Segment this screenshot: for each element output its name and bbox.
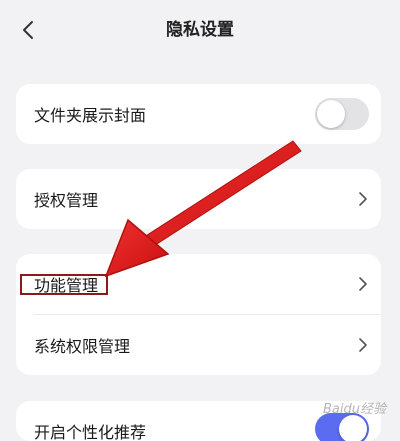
feature-management-label: 功能管理 bbox=[34, 276, 99, 295]
feature-management-row[interactable]: 功能管理 bbox=[16, 254, 381, 314]
personalized-card: 开启个性化推荐 bbox=[16, 401, 381, 441]
authorization-row[interactable]: 授权管理 bbox=[16, 169, 381, 229]
personalized-label: 开启个性化推荐 bbox=[34, 423, 147, 441]
personalized-toggle[interactable] bbox=[315, 413, 369, 441]
authorization-label: 授权管理 bbox=[34, 191, 99, 210]
management-card: 功能管理 系统权限管理 bbox=[16, 254, 381, 375]
page-title: 隐私设置 bbox=[166, 20, 234, 40]
personalized-row: 开启个性化推荐 bbox=[16, 401, 381, 441]
chevron-right-icon bbox=[359, 192, 367, 206]
toggle-knob bbox=[339, 415, 367, 441]
toggle-knob bbox=[317, 100, 345, 128]
header: 隐私设置 bbox=[0, 0, 400, 60]
authorization-card: 授权管理 bbox=[16, 169, 381, 229]
system-permissions-row[interactable]: 系统权限管理 bbox=[16, 315, 381, 375]
chevron-right-icon bbox=[359, 277, 367, 291]
folder-cover-label: 文件夹展示封面 bbox=[34, 106, 147, 125]
chevron-right-icon bbox=[359, 338, 367, 352]
system-permissions-label: 系统权限管理 bbox=[34, 337, 131, 356]
folder-cover-row: 文件夹展示封面 bbox=[16, 84, 381, 144]
folder-cover-toggle[interactable] bbox=[315, 98, 369, 130]
folder-cover-card: 文件夹展示封面 bbox=[16, 84, 381, 144]
